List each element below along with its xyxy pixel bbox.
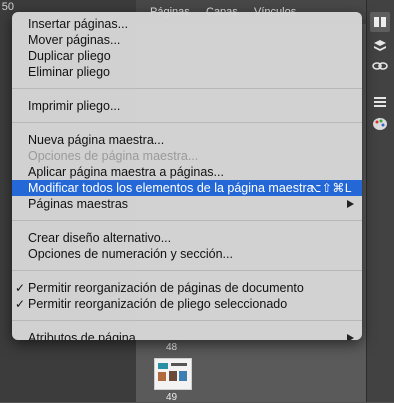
- page-number-fragment: 50: [1, 1, 14, 13]
- menu-item[interactable]: Páginas maestras: [12, 196, 362, 212]
- menu-item-label: Aplicar página maestra a páginas...: [28, 165, 224, 179]
- menu-item[interactable]: Mover páginas...: [12, 32, 362, 48]
- menu-item[interactable]: ✓ Permitir reorganización de páginas de d…: [12, 280, 362, 296]
- menu-item-label: Imprimir pliego...: [28, 99, 121, 113]
- menu-item[interactable]: Crear diseño alternativo...: [12, 230, 362, 246]
- menu-item-label: Opciones de página maestra...: [28, 149, 199, 163]
- layers-icon[interactable]: [370, 36, 390, 56]
- menu-separator: [12, 320, 362, 321]
- panel-context-menu: Insertar páginas... Mover páginas... Dupli…: [12, 12, 362, 340]
- menu-item-label: Páginas maestras: [28, 197, 129, 211]
- menu-separator: [12, 270, 362, 271]
- submenu-arrow-icon: [347, 200, 354, 208]
- menu-separator: [12, 122, 362, 123]
- checkmark-icon: ✓: [15, 297, 26, 311]
- links-icon[interactable]: [370, 56, 390, 76]
- checkmark-icon: ✓: [15, 281, 26, 295]
- menu-item-label: Permitir reorganización de páginas de do…: [28, 281, 304, 295]
- page-thumbnail[interactable]: [154, 358, 192, 390]
- menu-item-label: Insertar páginas...: [28, 17, 129, 31]
- menu-item-label: Duplicar pliego: [28, 49, 111, 63]
- menu-item-label: Nueva página maestra...: [28, 133, 165, 147]
- menu-item-label: Permitir reorganización de pliego selecc…: [28, 297, 288, 311]
- menu-item-label: Modificar todos los elementos de la pági…: [28, 181, 314, 195]
- stroke-icon[interactable]: [370, 92, 390, 112]
- menu-item[interactable]: Nueva página maestra...: [12, 132, 362, 148]
- menu-item[interactable]: Eliminar pliego: [12, 64, 362, 80]
- submenu-arrow-icon: [347, 334, 354, 340]
- menu-item[interactable]: Insertar páginas...: [12, 16, 362, 32]
- menu-item-label: Crear diseño alternativo...: [28, 231, 172, 245]
- menu-item[interactable]: Aplicar página maestra a páginas...: [12, 164, 362, 180]
- page-number-label: 49: [166, 392, 178, 403]
- pages-icon[interactable]: [370, 12, 390, 32]
- swatches-icon[interactable]: [370, 114, 390, 134]
- menu-item-label: Opciones de numeración y sección...: [28, 247, 233, 261]
- menu-item[interactable]: Modificar todos los elementos de la pági…: [12, 180, 362, 196]
- menu-item: Opciones de página maestra...: [12, 148, 362, 164]
- menu-item[interactable]: ✓ Permitir reorganización de pliego selec…: [12, 296, 362, 312]
- menu-item[interactable]: Atributos de página: [12, 330, 362, 340]
- menu-item-label: Atributos de página: [28, 331, 136, 340]
- menu-separator: [12, 88, 362, 89]
- menu-separator: [12, 220, 362, 221]
- menu-item[interactable]: Opciones de numeración y sección...: [12, 246, 362, 262]
- menu-item-label: Eliminar pliego: [28, 65, 110, 79]
- menu-item[interactable]: Imprimir pliego...: [12, 98, 362, 114]
- menu-item[interactable]: Duplicar pliego: [12, 48, 362, 64]
- menu-item-shortcut: ⌥⇧⌘L: [307, 181, 352, 195]
- menu-item-label: Mover páginas...: [28, 33, 121, 47]
- page-number-label: 48: [166, 342, 178, 353]
